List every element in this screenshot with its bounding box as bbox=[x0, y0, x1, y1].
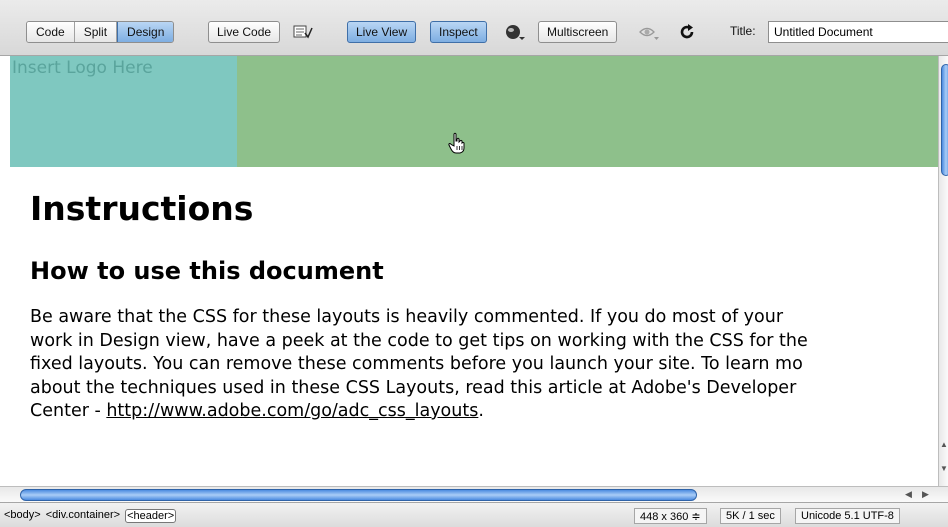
design-view-canvas[interactable]: Insert Logo Here Instructions How to use… bbox=[10, 56, 938, 486]
vertical-scrollbar[interactable]: ▲ ▼ bbox=[938, 56, 948, 486]
paragraph-suffix: . bbox=[478, 401, 484, 421]
validate-icon[interactable] bbox=[292, 21, 314, 43]
design-view-button[interactable]: Design bbox=[117, 22, 174, 42]
paragraph-line: about the techniques used in these CSS L… bbox=[30, 377, 797, 398]
horizontal-scroll-thumb[interactable] bbox=[20, 489, 697, 501]
scroll-right-arrow-icon[interactable]: ▶ bbox=[922, 489, 929, 500]
download-size-indicator: 5K / 1 sec bbox=[720, 508, 781, 524]
window-size-popup[interactable]: 448 x 360 ≑ bbox=[634, 508, 707, 524]
view-mode-switcher: Code Split Design bbox=[26, 21, 175, 43]
adobe-css-layouts-link[interactable]: http://www.adobe.com/go/adc_css_layouts bbox=[106, 401, 478, 421]
refresh-icon[interactable] bbox=[676, 21, 698, 43]
horizontal-scrollbar[interactable]: ◀ ▶ bbox=[0, 486, 948, 502]
live-code-button[interactable]: Live Code bbox=[208, 21, 281, 43]
hand-cursor-icon bbox=[448, 132, 466, 159]
scroll-up-arrow-icon[interactable]: ▲ bbox=[940, 440, 948, 449]
document-title-input[interactable] bbox=[768, 21, 948, 43]
paragraph-prefix: Center - bbox=[30, 401, 107, 421]
page-heading: Instructions bbox=[30, 189, 254, 228]
paragraph-line-last: Center - http://www.adobe.com/go/adc_css… bbox=[30, 400, 938, 424]
header-region[interactable] bbox=[237, 56, 938, 167]
inspect-button[interactable]: Inspect bbox=[430, 21, 487, 43]
section-subheading: How to use this document bbox=[30, 257, 384, 285]
vertical-scroll-thumb[interactable] bbox=[941, 64, 948, 176]
multiscreen-button[interactable]: Multiscreen bbox=[538, 21, 618, 43]
title-label: Title: bbox=[730, 24, 756, 38]
globe-browser-icon[interactable] bbox=[504, 21, 526, 43]
instructions-paragraph: Be aware that the CSS for these layouts … bbox=[30, 306, 938, 424]
scroll-down-arrow-icon[interactable]: ▼ bbox=[940, 464, 948, 473]
tag-body[interactable]: <body> bbox=[4, 509, 41, 523]
scroll-left-arrow-icon[interactable]: ◀ bbox=[905, 489, 912, 500]
paragraph-line: Be aware that the CSS for these layouts … bbox=[30, 307, 784, 327]
live-view-button[interactable]: Live View bbox=[347, 21, 417, 43]
paragraph-line: work in Design view, have a peek at the … bbox=[30, 330, 808, 351]
split-view-button[interactable]: Split bbox=[74, 22, 118, 42]
tag-div-container[interactable]: <div.container> bbox=[46, 509, 120, 523]
paragraph-line: fixed layouts. You can remove these comm… bbox=[30, 354, 803, 374]
code-view-button[interactable]: Code bbox=[27, 22, 75, 42]
tag-header[interactable]: <header> bbox=[125, 509, 177, 523]
document-toolbar: Code Split Design Live Code Live View In… bbox=[0, 0, 948, 56]
logo-placeholder-area[interactable]: Insert Logo Here bbox=[10, 56, 237, 167]
tag-selector: <body> <div.container> <header> bbox=[4, 509, 177, 523]
logo-placeholder-text: Insert Logo Here bbox=[12, 58, 153, 78]
status-bar: <body> <div.container> <header> 448 x 36… bbox=[0, 502, 948, 527]
encoding-indicator: Unicode 5.1 UTF-8 bbox=[795, 508, 900, 524]
main-content: Instructions How to use this document Be… bbox=[30, 167, 938, 424]
visual-aids-icon[interactable] bbox=[638, 21, 660, 43]
